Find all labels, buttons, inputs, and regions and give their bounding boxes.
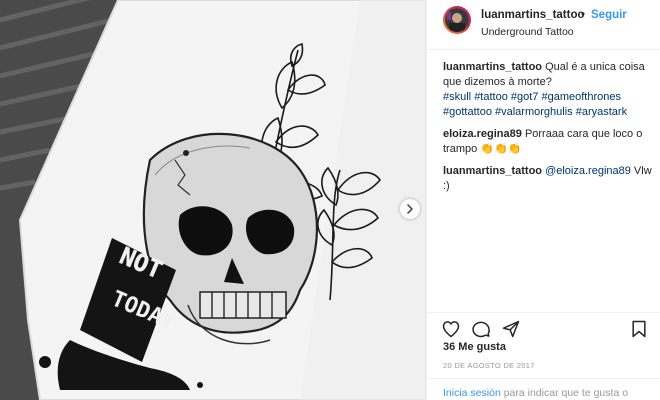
post-header: luanmartins_tattoo • Seguir Underground … [427, 0, 660, 50]
heart-icon [442, 321, 460, 338]
clap-emoji: 👏👏👏 [480, 143, 522, 155]
hashtag[interactable]: #tattoo [474, 91, 508, 103]
likes-count[interactable]: 36 Me gusta [443, 341, 506, 353]
hashtag[interactable]: #gottattoo [443, 106, 492, 118]
next-image-button[interactable] [400, 199, 420, 219]
comment-item: eloiza.regina89 Porraaa cara que loco o … [443, 127, 653, 157]
share-arrow-icon [502, 320, 520, 338]
post-photo[interactable]: NOT TODAY [0, 0, 426, 400]
tattoo-sketch-image: NOT TODAY [0, 0, 426, 400]
share-button[interactable] [501, 319, 521, 339]
login-prompt-text: para indicar que te gusta o [503, 387, 629, 399]
caption-comment: luanmartins_tattoo Qual é a unica coisa … [443, 60, 653, 120]
comment-username[interactable]: luanmartins_tattoo [443, 61, 542, 73]
like-button[interactable] [441, 319, 461, 339]
action-bar [427, 312, 660, 340]
mention-link[interactable]: @eloiza.regina89 [545, 165, 631, 177]
separator-dot: • [581, 9, 586, 21]
comment-username[interactable]: eloiza.regina89 [443, 128, 522, 140]
hashtag[interactable]: #skull [443, 91, 471, 103]
hashtag[interactable]: #aryastark [576, 106, 627, 118]
avatar[interactable] [443, 6, 471, 34]
comment-bubble-icon [472, 321, 490, 338]
save-button[interactable] [629, 319, 649, 339]
post-location[interactable]: Underground Tattoo [481, 26, 574, 38]
comment-username[interactable]: luanmartins_tattoo [443, 165, 542, 177]
login-prompt: Inicia sesión para indicar que te gusta … [427, 378, 660, 400]
follow-button[interactable]: Seguir [591, 9, 627, 21]
comments-list: luanmartins_tattoo Qual é a unica coisa … [443, 60, 653, 201]
avatar-image [445, 8, 469, 32]
comment-item: luanmartins_tattoo @eloiza.regina89 Vlw … [443, 164, 653, 194]
chevron-right-icon [407, 204, 413, 214]
hashtag[interactable]: #got7 [511, 91, 539, 103]
post-author[interactable]: luanmartins_tattoo [481, 9, 585, 21]
login-link[interactable]: Inicia sesión [443, 387, 501, 399]
bookmark-icon [632, 320, 646, 338]
hashtag[interactable]: #gameofthrones [541, 91, 621, 103]
post-sidebar: luanmartins_tattoo • Seguir Underground … [426, 0, 660, 400]
post-date[interactable]: 20 DE AGOSTO DE 2017 [443, 361, 535, 370]
hashtag[interactable]: #valarmorghulis [495, 106, 573, 118]
comment-button[interactable] [471, 319, 491, 339]
